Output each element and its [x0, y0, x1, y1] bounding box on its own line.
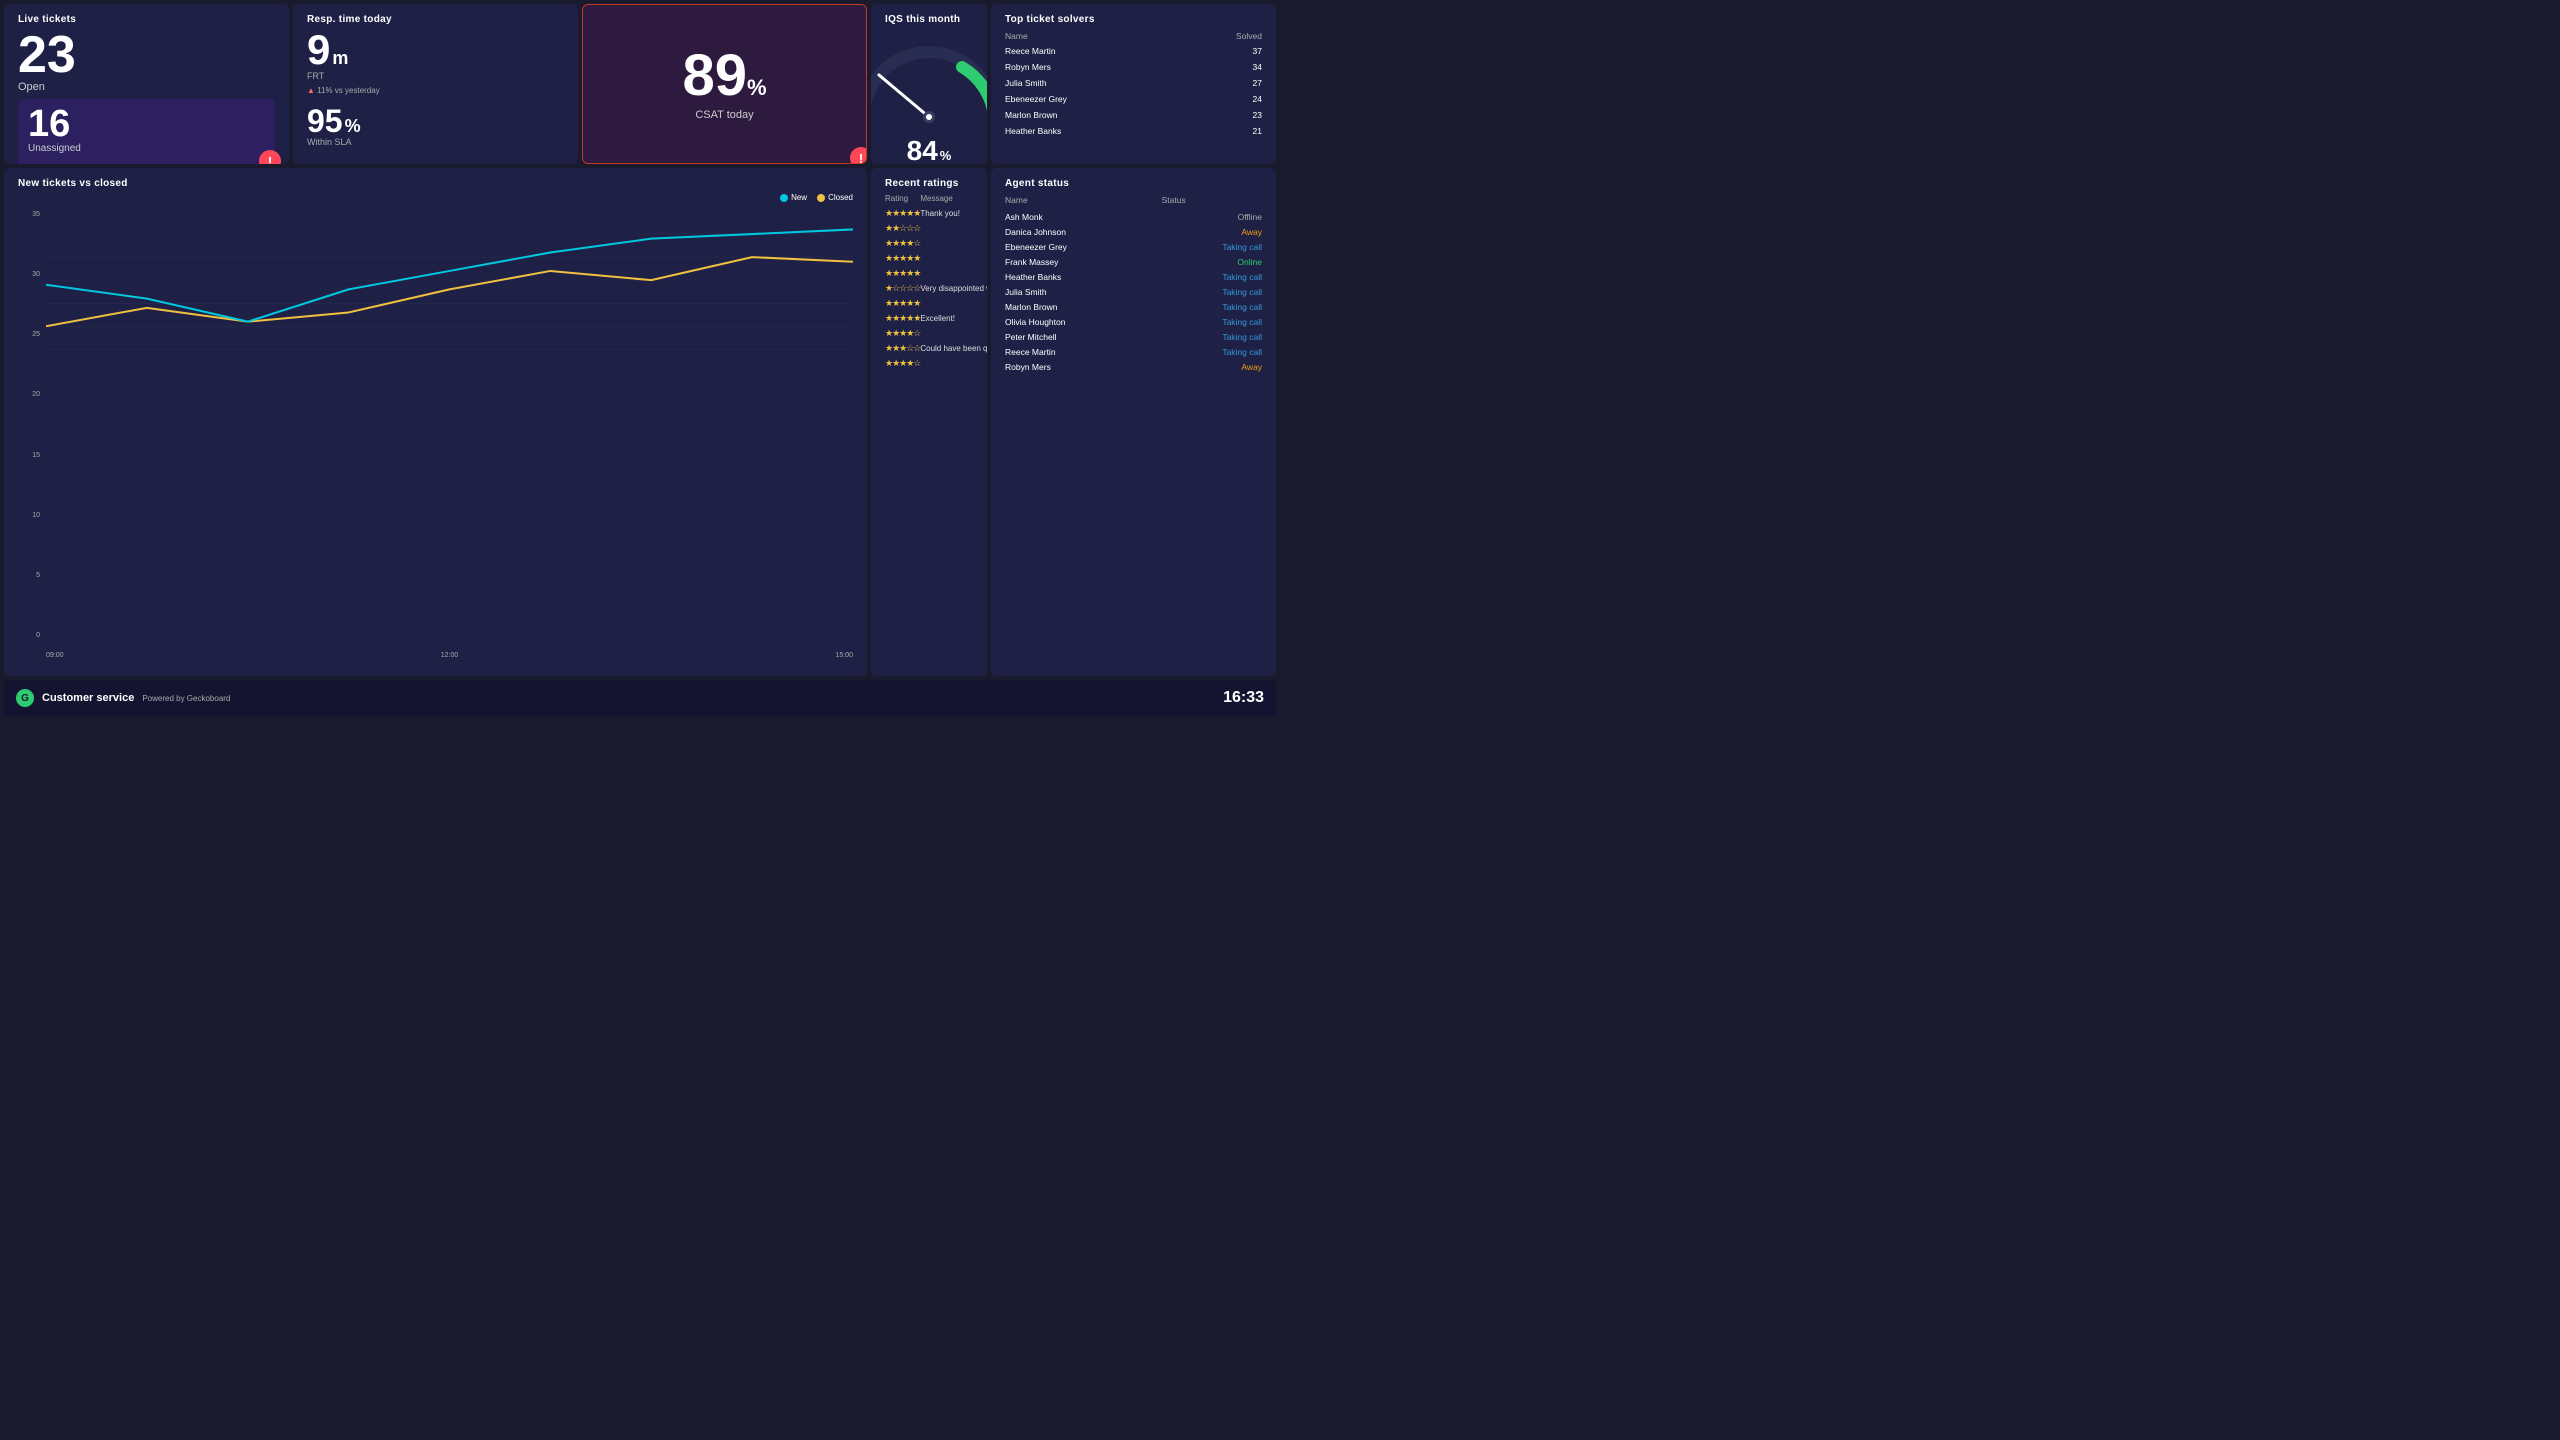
iqs-value: 84 — [907, 135, 938, 165]
live-tickets-card: Live tickets 23 Open 16 Unassigned ! — [4, 4, 289, 164]
footer-time: 16:33 — [1223, 689, 1264, 707]
x-axis-label: 15:00 — [835, 652, 853, 659]
list-item: ★★★★☆ 11 Jul — [885, 326, 987, 341]
table-row: Ebeneezer Grey24 — [1005, 91, 1262, 107]
table-row: Julia Smith27 — [1005, 75, 1262, 91]
unassigned-count: 16 — [28, 105, 265, 143]
rating-col-header: Rating — [885, 193, 920, 206]
top-solvers-card: Top ticket solvers Name Solved Reece Mar… — [991, 4, 1276, 164]
legend-closed: Closed — [817, 193, 853, 202]
gauge-container: 0% 100% — [871, 37, 987, 127]
y-axis-label: 20 — [18, 391, 40, 398]
vs-yesterday: ▲ 11% vs yesterday — [307, 86, 564, 95]
footer-logo: G — [16, 689, 34, 707]
sla-pct-symbol: % — [345, 116, 361, 137]
list-item: Peter Mitchell Taking call — [1005, 329, 1262, 344]
col-solved-header: Solved — [1186, 29, 1262, 43]
iqs-title: IQS this month — [885, 14, 973, 25]
footer-powered-by: Powered by Geckoboard — [142, 694, 230, 703]
footer: G Customer service Powered by Geckoboard… — [4, 680, 1276, 716]
table-row: Robyn Mers34 — [1005, 59, 1262, 75]
list-item: Ash Monk Offline — [1005, 209, 1262, 224]
message-col-header: Message — [920, 193, 987, 206]
list-item: Julia Smith Taking call — [1005, 284, 1262, 299]
list-item: ★★★★☆ 11 Jul — [885, 356, 987, 371]
csat-pct-symbol: % — [747, 75, 767, 101]
list-item: Robyn Mers Away — [1005, 359, 1262, 374]
frt-label: FRT — [307, 71, 564, 81]
x-axis-label: 09:00 — [46, 652, 64, 659]
agent-table: Name Status Ash Monk Offline Danica John… — [1005, 193, 1262, 374]
list-item: ★★★★★ 11 Jul — [885, 266, 987, 281]
col-name-header: Name — [1005, 29, 1186, 43]
ratings-table: Rating Message Date ★★★★★ Thank you! 11 … — [885, 193, 987, 371]
list-item: ★★★☆☆ Could have been quicker to re... 1… — [885, 341, 987, 356]
legend-new: New — [780, 193, 807, 202]
unassigned-box: 16 Unassigned ! — [18, 99, 275, 164]
tickets-chart-card: New tickets vs closed New Closed 35 30 25 2… — [4, 168, 867, 676]
open-count: 23 — [18, 29, 275, 81]
iqs-card: IQS this month 0% 100% — [871, 4, 987, 164]
list-item: ★★★★★ Thank you! 11 Jul — [885, 206, 987, 221]
list-item: Heather Banks Taking call — [1005, 269, 1262, 284]
resp-time-card: Resp. time today 9 m FRT ▲ 11% vs yester… — [293, 4, 578, 164]
table-row: Reece Martin37 — [1005, 43, 1262, 59]
footer-app-name: Customer service — [42, 692, 134, 704]
footer-left: G Customer service Powered by Geckoboard — [16, 689, 230, 707]
agent-name-header: Name — [1005, 193, 1162, 209]
unassigned-alert-badge: ! — [259, 150, 281, 164]
list-item: ★★★★★ 11 Jul — [885, 296, 987, 311]
resp-time-title: Resp. time today — [307, 14, 564, 25]
y-axis-label: 0 — [18, 632, 40, 639]
y-axis-label: 15 — [18, 452, 40, 459]
iqs-pct-symbol: % — [940, 148, 952, 163]
list-item: Olivia Houghton Taking call — [1005, 314, 1262, 329]
unassigned-label: Unassigned — [28, 143, 265, 154]
list-item: Frank Massey Online — [1005, 254, 1262, 269]
sla-label: Within SLA — [307, 137, 564, 147]
list-item: ★★★★★ Excellent! 11 Jul — [885, 311, 987, 326]
y-axis-label: 25 — [18, 331, 40, 338]
agent-status-card: Agent status Name Status Ash Monk Offlin… — [991, 168, 1276, 676]
recent-ratings-card: Recent ratings Rating Message Date ★★★★★… — [871, 168, 987, 676]
y-axis-label: 30 — [18, 271, 40, 278]
vs-text: vs yesterday — [335, 86, 380, 95]
list-item: Danica Johnson Away — [1005, 224, 1262, 239]
agent-status-title: Agent status — [1005, 178, 1262, 189]
top-solvers-title: Top ticket solvers — [1005, 14, 1262, 25]
table-row: Marlon Brown23 — [1005, 107, 1262, 123]
chart-svg — [46, 211, 853, 372]
y-axis-label: 10 — [18, 512, 40, 519]
vs-pct: 11% — [317, 86, 332, 95]
list-item: Ebeneezer Grey Taking call — [1005, 239, 1262, 254]
frt-value: 9 — [307, 29, 330, 71]
live-tickets-title: Live tickets — [18, 14, 275, 25]
up-icon: ▲ — [307, 86, 317, 95]
y-axis-label: 35 — [18, 211, 40, 218]
csat-value: 89 — [682, 47, 747, 105]
tickets-chart-title: New tickets vs closed — [18, 178, 853, 189]
x-axis: 09:00 12:00 15:00 — [46, 652, 853, 659]
agent-status-header: Status — [1162, 193, 1262, 209]
list-item: ★★★★★ 11 Jul — [885, 251, 987, 266]
iqs-gauge: 0% 100% 84 % — [885, 29, 973, 164]
chart-area: New Closed 35 30 25 20 15 10 5 0 09:00 12:00 15:0… — [18, 193, 853, 659]
sla-value: 95 — [307, 105, 343, 137]
csat-label: CSAT today — [695, 109, 753, 121]
y-axis-label: 5 — [18, 572, 40, 579]
list-item: ★☆☆☆☆ Very disappointed with service 11 … — [885, 281, 987, 296]
list-item: Marlon Brown Taking call — [1005, 299, 1262, 314]
csat-alert-badge: ! — [850, 147, 867, 164]
recent-ratings-title: Recent ratings — [885, 178, 973, 189]
x-axis-label: 12:00 — [441, 652, 459, 659]
table-row: Heather Banks21 — [1005, 123, 1262, 139]
list-item: ★★☆☆☆ 11 Jul — [885, 221, 987, 236]
y-axis: 35 30 25 20 15 10 5 0 — [18, 211, 40, 639]
csat-card: 89 % CSAT today ! — [582, 4, 867, 164]
top-solvers-table: Name Solved Reece Martin37Robyn Mers34Ju… — [1005, 29, 1262, 139]
chart-legend: New Closed — [780, 193, 853, 202]
list-item: Reece Martin Taking call — [1005, 344, 1262, 359]
list-item: ★★★★☆ 11 Jul — [885, 236, 987, 251]
frt-unit: m — [332, 48, 348, 69]
